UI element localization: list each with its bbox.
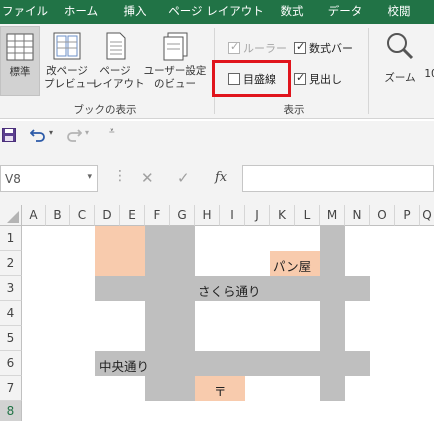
column-header-D[interactable]: D <box>95 205 120 226</box>
page-layout-icon <box>106 32 126 60</box>
zoom-100-button[interactable]: 10 <box>424 68 434 81</box>
custom-views-button[interactable]: ユーザー設定 のビュー <box>140 26 210 96</box>
ribbon-tab-bar: ファイル ホーム 挿入 ページ レイアウト 数式 データ 校閲 <box>0 0 434 24</box>
column-header-M[interactable]: M <box>320 205 345 226</box>
zoom-button[interactable]: ズーム <box>378 28 422 94</box>
ruler-label: ルーラー <box>243 42 287 55</box>
save-icon[interactable] <box>2 128 16 142</box>
headings-check-box[interactable] <box>294 71 306 85</box>
row-header-8[interactable]: 8 <box>0 401 22 421</box>
column-header-J[interactable]: J <box>245 205 270 226</box>
page-layout-label-2: レイアウト <box>92 78 145 90</box>
row-header-7[interactable]: 7 <box>0 376 22 401</box>
formula-buttons: ✕ ✓ fx <box>133 165 239 192</box>
custom-views-label-2: のビュー <box>154 78 196 90</box>
row-header-4[interactable]: 4 <box>0 301 22 326</box>
undo-dropdown-icon[interactable]: ▾ <box>49 128 53 137</box>
page-layout-label-1: ページ <box>99 65 131 77</box>
column-header-P[interactable]: P <box>395 205 420 226</box>
tab-data[interactable]: データ <box>320 0 370 24</box>
column-header-B[interactable]: B <box>46 205 70 226</box>
cell-bakery-text: パン屋 <box>273 259 312 274</box>
cell-sakura-street-text: さくら通り <box>198 284 261 299</box>
normal-view-button[interactable]: 標準 <box>0 26 40 96</box>
column-header-H[interactable]: H <box>195 205 220 226</box>
ribbon-separator-2 <box>368 28 369 114</box>
row-header-6[interactable]: 6 <box>0 351 22 376</box>
formula-bar-checkbox[interactable]: 数式バー <box>294 40 353 56</box>
building-D1-E2 <box>95 226 145 276</box>
column-header-F[interactable]: F <box>145 205 170 226</box>
column-header-K[interactable]: K <box>270 205 295 226</box>
formula-bar-label: 数式バー <box>309 42 353 55</box>
formula-bar-check-box[interactable] <box>294 40 306 54</box>
normal-view-icon <box>6 33 34 61</box>
page-break-preview-icon <box>53 32 81 60</box>
toolbar-gap <box>0 149 434 164</box>
row-header-3[interactable]: 3 <box>0 276 22 301</box>
column-header-I[interactable]: I <box>220 205 245 226</box>
column-header-A[interactable]: A <box>22 205 46 226</box>
name-box[interactable]: V8 ▾ <box>0 165 98 192</box>
page-break-preview-button[interactable]: 改ページ プレビュー <box>44 26 97 96</box>
quick-access-toolbar: ▾ ▾ ⩡ <box>0 121 434 149</box>
magnifier-icon <box>387 33 414 60</box>
tab-file[interactable]: ファイル <box>0 0 50 24</box>
redo-icon <box>67 129 82 142</box>
ruler-checkbox: ルーラー <box>228 40 287 56</box>
row-header-1[interactable]: 1 <box>0 226 22 251</box>
page-break-preview-label-2: プレビュー <box>44 78 97 90</box>
worksheet-grid[interactable]: A B C D E F G H I J K L M N O P Q 1 2 3 … <box>0 205 434 421</box>
page-break-preview-label-1: 改ページ <box>46 65 88 77</box>
name-box-value: V8 <box>5 172 21 186</box>
tab-page-layout[interactable]: ページ レイアウト <box>162 0 270 24</box>
row-header-2[interactable]: 2 <box>0 251 22 276</box>
normal-view-label: 標準 <box>9 66 31 78</box>
zoom-100-label: 10 <box>424 68 434 80</box>
tab-formulas[interactable]: 数式 <box>272 0 312 24</box>
headings-label: 見出し <box>309 73 342 86</box>
headings-checkbox[interactable]: 見出し <box>294 71 342 87</box>
tab-home[interactable]: ホーム <box>52 0 110 24</box>
column-header-L[interactable]: L <box>295 205 320 226</box>
formula-bar: V8 ▾ ⋮ ✕ ✓ fx <box>0 164 434 195</box>
name-box-dropdown-icon[interactable]: ▾ <box>87 172 92 182</box>
column-header-C[interactable]: C <box>70 205 95 226</box>
tab-review[interactable]: 校閲 <box>376 0 422 24</box>
zoom-label: ズーム <box>384 72 416 84</box>
row-header-5[interactable]: 5 <box>0 326 22 351</box>
cell-central-street-text: 中央通り <box>99 359 150 374</box>
column-header-O[interactable]: O <box>370 205 395 226</box>
custom-views-icon <box>163 32 188 61</box>
column-header-N[interactable]: N <box>345 205 370 226</box>
formula-bar-grip-icon: ⋮ <box>113 168 127 184</box>
insert-function-icon[interactable]: fx <box>215 170 227 185</box>
gridlines-highlight-box <box>212 60 291 97</box>
formula-bar-gap <box>0 195 434 205</box>
enter-icon[interactable]: ✓ <box>177 169 190 187</box>
undo-icon[interactable] <box>30 127 46 143</box>
select-all-button[interactable] <box>0 205 22 226</box>
redo-dropdown-icon: ▾ <box>85 128 90 137</box>
column-header-E[interactable]: E <box>120 205 145 226</box>
column-header-Q[interactable]: Q <box>420 205 434 226</box>
cancel-icon[interactable]: ✕ <box>141 169 154 187</box>
show-group-label: 表示 <box>283 104 305 116</box>
tab-insert[interactable]: 挿入 <box>112 0 158 24</box>
workbook-views-group-label: ブックの表示 <box>73 104 137 116</box>
select-all-triangle-icon <box>7 211 19 223</box>
customize-qat-icon[interactable]: ⩡ <box>109 126 115 137</box>
column-header-G[interactable]: G <box>170 205 195 226</box>
page-layout-button[interactable]: ページ レイアウト <box>92 26 145 96</box>
ruler-check-box <box>228 40 240 54</box>
custom-views-label-1: ユーザー設定 <box>143 65 207 77</box>
formula-input[interactable] <box>242 165 434 192</box>
cell-post-office-text: 〒 <box>214 384 227 399</box>
